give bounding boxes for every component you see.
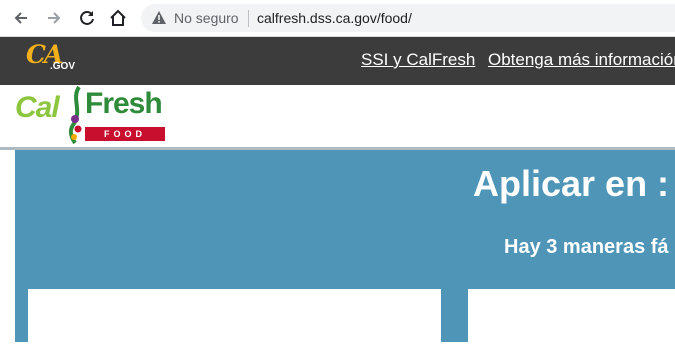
security-label[interactable]: No seguro	[174, 10, 239, 26]
calfresh-header: Cal Fresh FOOD	[0, 85, 675, 147]
apply-option-card[interactable]	[28, 289, 441, 349]
logo-swoosh-icon	[68, 85, 82, 145]
forward-button[interactable]	[43, 7, 65, 29]
omnibox-separator	[248, 10, 249, 27]
forward-arrow-icon	[48, 12, 61, 24]
back-button[interactable]	[10, 7, 32, 29]
gov-logo-text: .GOV	[50, 61, 76, 72]
logo-cal-text: Cal	[15, 91, 60, 124]
browser-toolbar: No seguro calfresh.dss.ca.gov/food/	[0, 0, 675, 37]
home-icon	[110, 9, 126, 26]
home-button[interactable]	[107, 7, 129, 29]
apply-title: Aplicar en :	[473, 163, 670, 204]
logo-food-badge: FOOD	[85, 127, 165, 141]
apply-option-card[interactable]	[468, 289, 675, 349]
ca-gov-logo[interactable]: CA .GOV	[22, 37, 78, 81]
reload-icon	[80, 10, 94, 25]
logo-fresh-text: Fresh	[85, 87, 163, 120]
more-info-link[interactable]: Obtenga más información	[488, 50, 675, 70]
reload-button[interactable]	[76, 7, 98, 29]
ca-gov-bar: CA .GOV SSI y CalFresh Obtenga más infor…	[0, 37, 675, 85]
apply-subtitle: Hay 3 maneras fá	[504, 236, 669, 258]
calfresh-logo[interactable]: Cal Fresh FOOD	[13, 85, 168, 147]
url-text[interactable]: calfresh.dss.ca.gov/food/	[257, 10, 412, 26]
warning-icon[interactable]	[152, 11, 166, 24]
ssi-calfresh-link[interactable]: SSI y CalFresh	[361, 50, 475, 70]
back-arrow-icon	[14, 12, 27, 24]
address-bar[interactable]: No seguro calfresh.dss.ca.gov/food/	[141, 4, 675, 32]
